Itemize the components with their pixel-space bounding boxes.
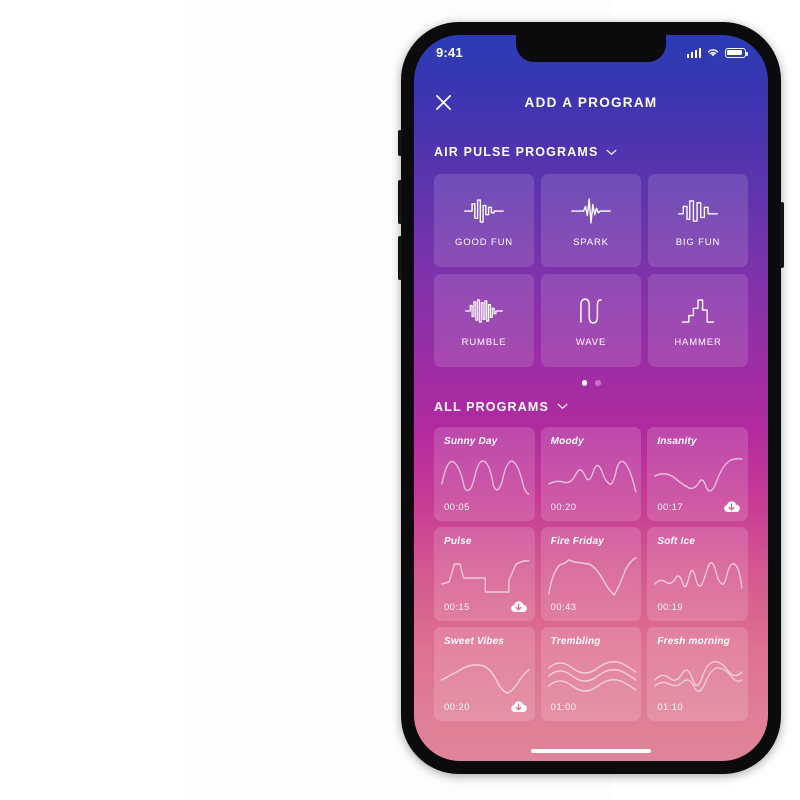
program-title: Soft Ice [657,535,696,547]
list-item[interactable]: Pulse 00:15 [434,526,535,621]
waveform-rumble-icon [465,298,503,323]
list-item[interactable]: Fresh morning 01:10 [647,626,748,721]
battery-icon [725,47,749,58]
silent-switch[interactable] [398,130,402,156]
program-waveform-icon [441,459,530,495]
program-title: Sunny Day [444,435,498,447]
home-indicator[interactable] [531,748,651,753]
program-waveform-icon [547,660,637,692]
program-duration: 00:15 [444,601,470,613]
status-time: 9:41 [436,45,463,60]
program-duration: 00:17 [657,501,684,513]
close-icon [435,94,451,110]
phone-frame: 9:41 ADD A PROGRAM AIR PULSE PROGRAMS GO… [398,22,784,774]
page-title: ADD A PROGRAM [524,94,658,110]
carousel-pagination [414,380,768,386]
program-title: Trembling [550,635,601,647]
program-card-label: HAMMER [674,336,722,348]
program-card-spark[interactable]: SPARK [541,174,641,267]
program-duration: 00:20 [444,701,470,713]
waveform-good-fun-icon [464,198,504,223]
status-icons [686,42,749,58]
program-duration: 00:05 [444,501,470,513]
program-title: Moody [550,435,584,447]
waveform-big-fun-icon [678,199,718,222]
list-item[interactable]: Sunny Day 00:05 [434,426,535,521]
program-title: Fire Friday [550,535,604,547]
program-title: Pulse [444,535,472,547]
program-duration: 01:10 [657,701,684,713]
notch [516,35,666,62]
program-duration: 00:19 [657,601,684,613]
air-pulse-grid: GOOD FUN SPARK BIG FUN RUMBLE WAVE HAMME… [414,174,768,367]
program-title: Sweet Vibes [444,635,505,647]
list-item[interactable]: Moody 00:20 [540,426,642,521]
program-title: Insanity [657,435,697,447]
program-title: Fresh morning [657,635,730,647]
scroll-content[interactable]: AIR PULSE PROGRAMS GOOD FUN SPARK BIG FU… [414,123,768,761]
list-item[interactable]: Soft Ice 00:19 [647,526,748,621]
air-pulse-section-header[interactable]: AIR PULSE PROGRAMS [414,145,768,159]
program-waveform-icon [547,460,637,493]
chevron-down-icon [557,403,568,409]
program-waveform-icon [654,561,743,589]
waveform-wave-icon [580,297,602,324]
program-duration: 00:20 [550,501,577,513]
close-button[interactable] [430,89,456,115]
program-card-label: RUMBLE [461,336,507,348]
list-item[interactable]: Trembling 01:00 [540,626,642,721]
list-item[interactable]: Insanity 00:17 [647,426,748,521]
program-waveform-icon [654,660,743,692]
program-duration: 01:00 [550,701,577,713]
waveform-hammer-icon [681,298,715,323]
cloud-download-icon[interactable] [509,697,528,716]
program-card-label: SPARK [573,236,609,248]
program-waveform-icon [547,556,637,596]
all-programs-grid: Sunny Day 00:05 Moody 00:20 Insanity 00:… [414,426,768,721]
program-waveform-icon [441,559,530,593]
air-pulse-section-label: AIR PULSE PROGRAMS [434,145,599,159]
nav-bar: ADD A PROGRAM [414,81,768,123]
chevron-down-icon [606,149,617,155]
all-programs-section-label: ALL PROGRAMS [434,399,549,414]
program-waveform-icon [441,663,530,694]
signal-bars-icon [686,47,701,58]
program-card-hammer[interactable]: HAMMER [648,274,748,367]
cloud-download-icon[interactable] [722,497,741,516]
pagination-dot-1[interactable] [581,380,587,386]
waveform-spark-icon [571,197,611,224]
volume-up-button[interactable] [398,180,402,224]
program-card-rumble[interactable]: RUMBLE [434,274,534,367]
program-waveform-icon [654,457,743,492]
program-card-big-fun[interactable]: BIG FUN [648,174,748,267]
program-card-label: BIG FUN [675,236,721,248]
wifi-icon [707,49,719,57]
phone-screen: 9:41 ADD A PROGRAM AIR PULSE PROGRAMS GO… [414,35,768,761]
program-card-good-fun[interactable]: GOOD FUN [434,174,534,267]
program-card-label: WAVE [575,336,607,348]
program-duration: 00:43 [550,601,577,613]
cloud-download-icon[interactable] [509,597,528,616]
all-programs-section-header[interactable]: ALL PROGRAMS [414,400,768,414]
pagination-dot-2[interactable] [595,380,601,386]
program-card-label: GOOD FUN [455,236,513,248]
volume-down-button[interactable] [398,236,402,280]
power-button[interactable] [780,202,784,268]
list-item[interactable]: Fire Friday 00:43 [540,526,642,621]
list-item[interactable]: Sweet Vibes 00:20 [434,626,535,721]
program-card-wave[interactable]: WAVE [541,274,641,367]
page-background: 9:41 ADD A PROGRAM AIR PULSE PROGRAMS GO… [190,0,784,800]
